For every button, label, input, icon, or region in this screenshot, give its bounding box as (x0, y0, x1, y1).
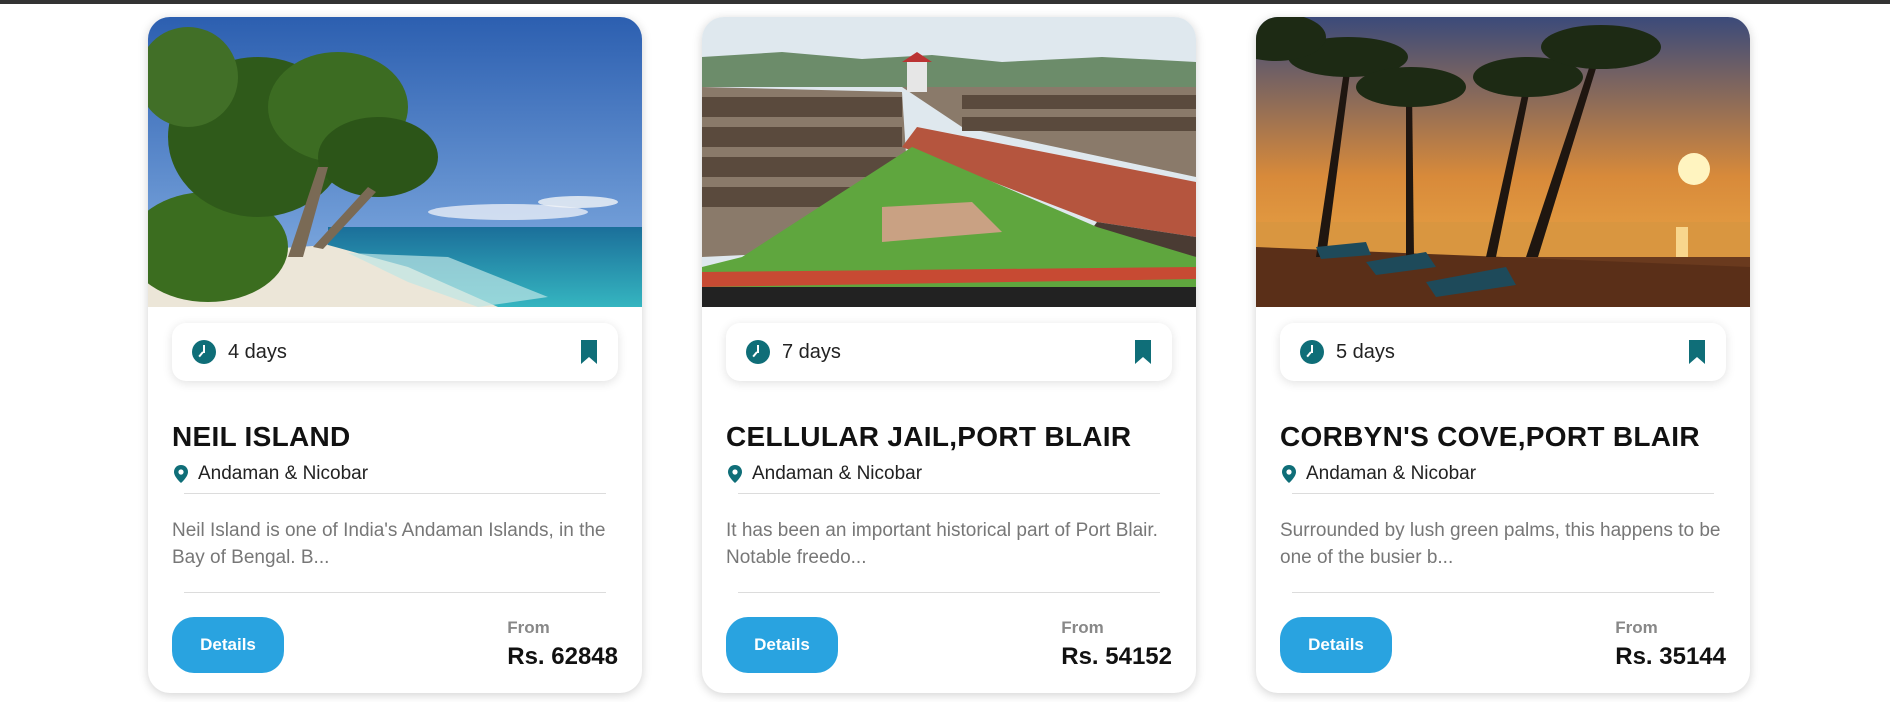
package-location: Andaman & Nicobar (728, 463, 922, 485)
package-description: Neil Island is one of India's Andaman Is… (172, 520, 606, 568)
sunset-beach-image (1256, 17, 1750, 307)
package-description: It has been an important historical part… (726, 520, 1158, 568)
divider (1292, 493, 1714, 494)
package-image[interactable] (702, 17, 1196, 307)
package-card: 4 days NEIL ISLAND Andaman & Nicobar Nei… (148, 17, 642, 693)
price-block: From Rs. 62848 (507, 618, 618, 671)
package-image[interactable] (148, 17, 642, 307)
duration-bar: 5 days (1280, 323, 1726, 381)
duration-text: 7 days (782, 340, 841, 363)
divider (184, 592, 606, 593)
package-title: CORBYN'S COVE,PORT BLAIR (1280, 421, 1700, 452)
location-pin-icon (1282, 465, 1296, 483)
duration-bar: 7 days (726, 323, 1172, 381)
duration-bar: 4 days (172, 323, 618, 381)
package-description: Surrounded by lush green palms, this hap… (1280, 520, 1721, 568)
package-card: 5 days CORBYN'S COVE,PORT BLAIR Andaman … (1256, 17, 1750, 693)
jail-image (702, 17, 1196, 307)
price-prefix: From (507, 618, 550, 637)
details-button[interactable]: Details (726, 617, 838, 673)
package-title: NEIL ISLAND (172, 421, 351, 452)
price-value: Rs. 35144 (1615, 643, 1726, 670)
package-card: 7 days CELLULAR JAIL,PORT BLAIR Andaman … (702, 17, 1196, 693)
duration-text: 5 days (1336, 340, 1395, 363)
price-block: From Rs. 54152 (1061, 618, 1172, 671)
details-button[interactable]: Details (172, 617, 284, 673)
beach-image (148, 17, 642, 307)
price-value: Rs. 54152 (1061, 643, 1172, 670)
duration-text: 4 days (228, 340, 287, 363)
bookmark-icon[interactable] (1688, 339, 1706, 365)
divider (1292, 592, 1714, 593)
package-location: Andaman & Nicobar (1282, 463, 1476, 485)
price-prefix: From (1615, 618, 1658, 637)
location-pin-icon (174, 465, 188, 483)
price-value: Rs. 62848 (507, 643, 618, 670)
price-prefix: From (1061, 618, 1104, 637)
bookmark-icon[interactable] (1134, 339, 1152, 365)
divider (738, 592, 1160, 593)
package-title: CELLULAR JAIL,PORT BLAIR (726, 421, 1132, 452)
bookmark-icon[interactable] (580, 339, 598, 365)
top-border (0, 0, 1890, 4)
package-card-list: 4 days NEIL ISLAND Andaman & Nicobar Nei… (148, 17, 1750, 693)
package-location: Andaman & Nicobar (174, 463, 368, 485)
clock-icon (1300, 340, 1324, 364)
package-image[interactable] (1256, 17, 1750, 307)
location-text: Andaman & Nicobar (1306, 463, 1477, 484)
location-text: Andaman & Nicobar (752, 463, 923, 484)
location-text: Andaman & Nicobar (198, 463, 369, 484)
clock-icon (746, 340, 770, 364)
clock-icon (192, 340, 216, 364)
divider (738, 493, 1160, 494)
location-pin-icon (728, 465, 742, 483)
divider (184, 493, 606, 494)
details-button[interactable]: Details (1280, 617, 1392, 673)
price-block: From Rs. 35144 (1615, 618, 1726, 671)
